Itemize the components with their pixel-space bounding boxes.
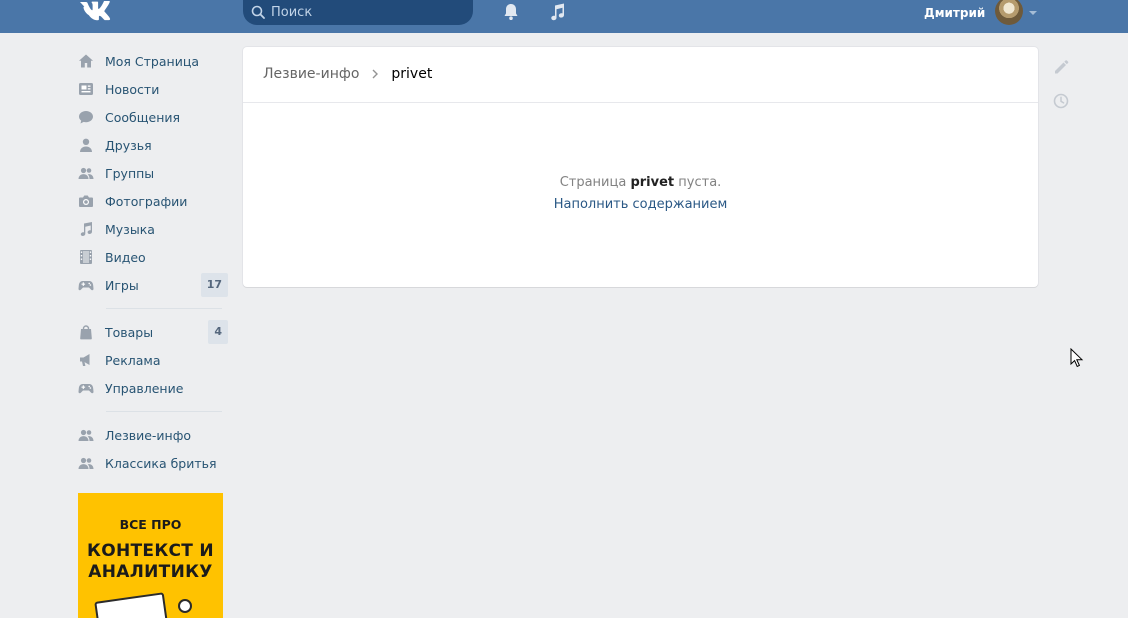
empty-page-message: Страница privet пуста. Наполнить содержа… (243, 175, 1038, 212)
sidebar-item-label: Управление (105, 380, 184, 396)
search-input[interactable] (271, 3, 461, 21)
sidebar-item-goods[interactable]: Товары 4 (78, 318, 228, 346)
ad-headline: КОНТЕКСТ И АНАЛИТИКУ (78, 541, 223, 583)
sidebar-item-ads[interactable]: Реклама (78, 346, 228, 374)
group-icon (78, 457, 94, 469)
ad-line-3: АНАЛИТИКУ (88, 562, 213, 582)
pencil-icon[interactable] (1052, 58, 1070, 76)
card-divider (243, 102, 1038, 103)
breadcrumb-current: privet (391, 66, 433, 82)
fill-content-link[interactable]: Наполнить содержанием (554, 197, 728, 212)
sidebar-item-label: Игры (105, 277, 139, 293)
empty-page-name: privet (630, 175, 675, 190)
breadcrumb: Лезвие-инфо privet (263, 66, 432, 82)
sidebar-divider (106, 411, 222, 412)
sidebar-item-label: Новости (105, 81, 160, 97)
vk-logo-icon[interactable] (78, 1, 112, 21)
sidebar-item-label: Товары (105, 324, 154, 340)
chevron-down-icon (1029, 11, 1038, 15)
bell-icon[interactable] (501, 2, 521, 22)
sidebar-item-video[interactable]: Видео (78, 243, 228, 271)
ad-line-1: ВСЕ ПРО (119, 517, 182, 532)
clock-icon[interactable] (1052, 92, 1070, 110)
empty-page-text: Страница privet пуста. (243, 175, 1038, 190)
gamepad-icon (78, 384, 94, 394)
sidebar-item-label: Группы (105, 165, 155, 181)
camera-icon (79, 195, 93, 207)
sidebar-item-label: Лезвие-инфо (105, 427, 192, 443)
sidebar-item-label: Моя Страница (105, 53, 199, 69)
gamepad-icon (78, 281, 94, 291)
sidebar-ad-banner[interactable]: ВСЕ ПРО КОНТЕКСТ И АНАЛИТИКУ (78, 493, 223, 618)
messages-icon (79, 111, 93, 124)
sidebar-item-friends[interactable]: Друзья (78, 131, 228, 159)
bag-icon (80, 325, 92, 340)
music-icon[interactable] (548, 2, 568, 22)
friends-icon (80, 138, 92, 152)
games-count-badge: 17 (200, 273, 228, 297)
coffee-cup-icon (178, 599, 192, 613)
sidebar-item-label: Реклама (105, 352, 161, 368)
video-icon (80, 250, 92, 264)
sidebar-item-games[interactable]: Игры 17 (78, 271, 228, 299)
avatar (995, 0, 1024, 25)
sidebar-item-label: Сообщения (105, 109, 181, 125)
empty-suffix: пуста. (678, 175, 722, 190)
search-box[interactable] (243, 0, 473, 25)
left-sidebar: Моя Страница Новости Сообщения Друзья Гр… (78, 47, 228, 477)
music-icon (80, 222, 92, 236)
sidebar-item-group-classic-shaving[interactable]: Классика бритья (78, 449, 228, 477)
sidebar-item-my-page[interactable]: Моя Страница (78, 47, 228, 75)
goods-count-badge: 4 (208, 320, 228, 344)
sidebar-item-label: Видео (105, 249, 146, 265)
user-name: Дмитрий (924, 6, 986, 20)
group-icon (78, 429, 94, 441)
sidebar-item-groups[interactable]: Группы (78, 159, 228, 187)
sidebar-item-news[interactable]: Новости (78, 75, 228, 103)
news-icon (79, 83, 93, 95)
page-tools (1052, 58, 1070, 126)
breadcrumb-parent-link[interactable]: Лезвие-инфо (263, 66, 359, 82)
sidebar-divider (106, 308, 222, 309)
sidebar-item-photos[interactable]: Фотографии (78, 187, 228, 215)
home-icon (79, 54, 93, 68)
sidebar-item-manage[interactable]: Управление (78, 374, 228, 402)
ad-illustration-card (94, 592, 168, 618)
mouse-cursor-icon (1070, 348, 1084, 368)
sidebar-item-label: Музыка (105, 221, 155, 237)
user-menu[interactable]: Дмитрий (924, 0, 1038, 26)
sidebar-item-label: Друзья (105, 137, 152, 153)
sidebar-item-messages[interactable]: Сообщения (78, 103, 228, 131)
top-bar: Дмитрий (0, 0, 1128, 33)
sidebar-item-label: Классика бритья (105, 455, 217, 471)
sidebar-item-music[interactable]: Музыка (78, 215, 228, 243)
ad-line-2: КОНТЕКСТ И (87, 541, 214, 561)
groups-icon (78, 167, 94, 179)
empty-prefix: Страница (559, 175, 627, 190)
megaphone-icon (80, 354, 90, 366)
wiki-page-card: Лезвие-инфо privet Страница privet пуста… (243, 47, 1038, 287)
sidebar-item-label: Фотографии (105, 193, 188, 209)
search-icon (251, 5, 265, 19)
chevron-right-icon (372, 69, 379, 79)
sidebar-item-group-lezvie[interactable]: Лезвие-инфо (78, 421, 228, 449)
